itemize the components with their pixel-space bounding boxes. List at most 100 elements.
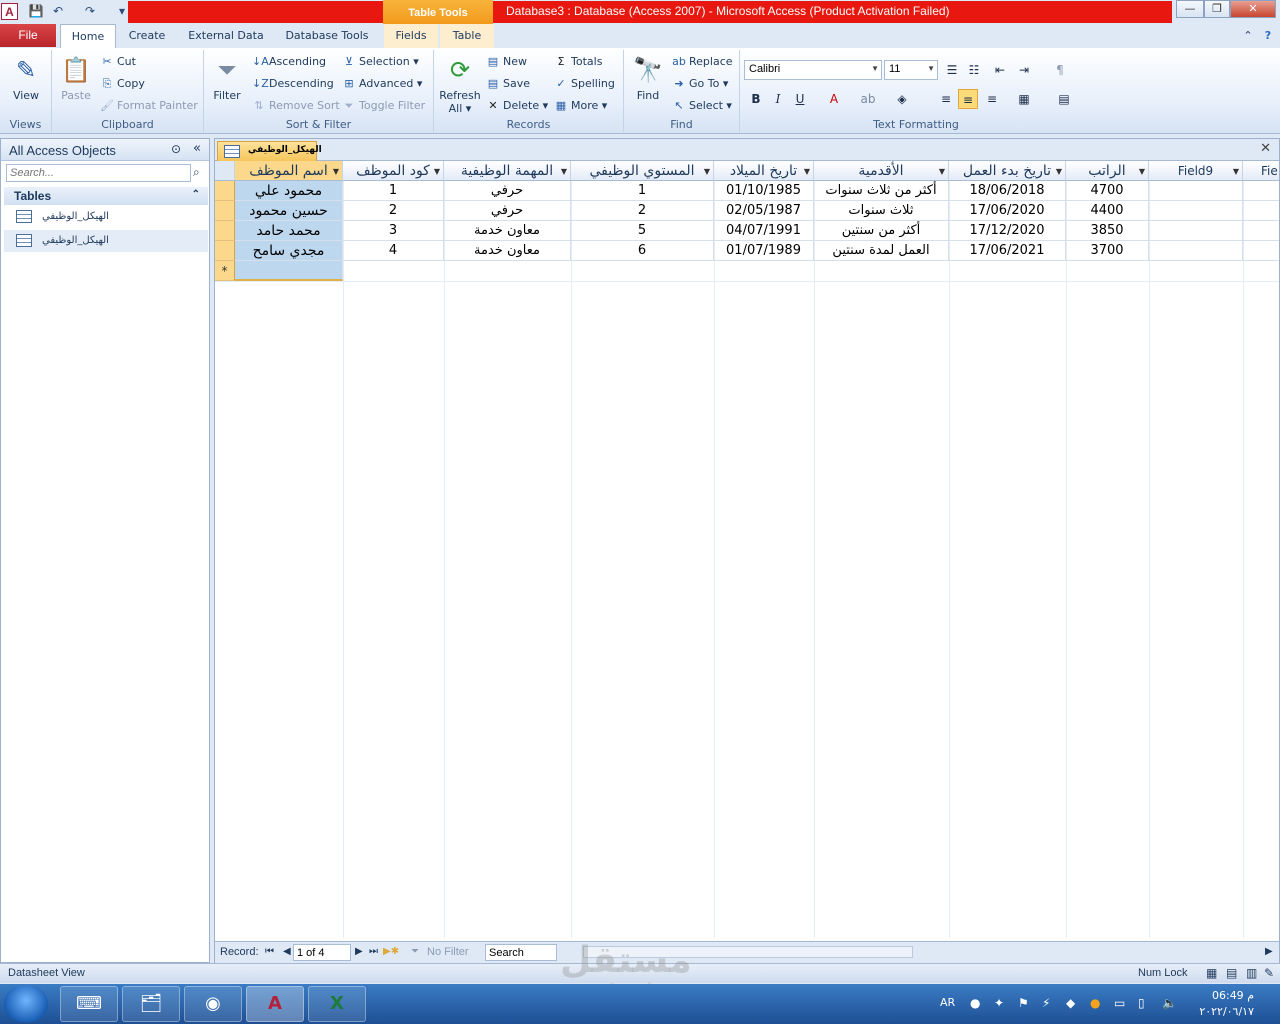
nav-group-tables[interactable]: Tables ⌃ <box>4 187 208 205</box>
table-cell[interactable] <box>1243 221 1279 241</box>
ascending-button[interactable]: ↓AAscending <box>252 55 326 68</box>
table-cell[interactable]: 2 <box>571 201 714 221</box>
filter-status[interactable]: No Filter <box>427 946 469 958</box>
chevron-down-icon[interactable]: ▼ <box>1056 162 1062 182</box>
design-view-icon[interactable]: ✎ <box>1264 966 1274 980</box>
new-record-nav-icon[interactable]: ▶✱ <box>383 946 399 957</box>
redo-icon[interactable]: ↷ <box>82 3 98 19</box>
chevron-down-icon[interactable]: ▼ <box>561 162 567 182</box>
table-cell[interactable]: 02/05/1987 <box>714 201 814 221</box>
column-header[interactable]: الراتب ▼ <box>1066 161 1149 181</box>
new-record-marker[interactable]: * <box>215 261 235 281</box>
underline-button[interactable]: U <box>790 89 810 109</box>
save-record-button[interactable]: ▤ Save <box>486 77 530 90</box>
bold-button[interactable]: B <box>746 89 766 109</box>
table-cell[interactable]: 01/07/1989 <box>714 241 814 261</box>
table-cell[interactable]: مجدي سامح <box>235 241 343 261</box>
record-position-input[interactable]: 1 of 4 <box>293 944 351 961</box>
table-cell[interactable]: 17/12/2020 <box>949 221 1066 241</box>
volume-icon[interactable]: 🔈 <box>1162 996 1177 1010</box>
nav-pane-header[interactable]: All Access Objects ⊙ « <box>1 139 209 161</box>
paragraph-direction-icon[interactable]: ¶ <box>1050 60 1070 80</box>
refresh-all-button[interactable]: ⟳ Refresh All ▾ <box>438 54 482 115</box>
nav-menu-chevron-icon[interactable]: ⊙ <box>171 142 181 156</box>
spelling-button[interactable]: ✓ Spelling <box>554 77 614 90</box>
tab-file[interactable]: File <box>0 24 56 47</box>
goto-button[interactable]: ➜ Go To ▾ <box>672 77 728 90</box>
nav-item-table[interactable]: الهيكل_الوظيفي <box>4 206 208 228</box>
clock[interactable]: 06:49 م ٢٠٢٢/٠٦/١٧ <box>1199 988 1254 1020</box>
font-color-icon[interactable]: A <box>824 89 844 109</box>
replace-button[interactable]: ab Replace <box>672 55 732 68</box>
tray-icon[interactable]: ● <box>970 996 980 1010</box>
numbering-icon[interactable]: ☷ <box>964 60 984 80</box>
language-indicator[interactable]: AR <box>940 996 955 1009</box>
table-cell[interactable] <box>1149 221 1243 241</box>
column-header[interactable]: Field9 ▼ <box>1149 161 1243 181</box>
descending-button[interactable]: ↓ZDescending <box>252 77 334 90</box>
network-icon[interactable]: ▯ <box>1138 996 1145 1010</box>
save-icon[interactable]: 💾 <box>28 3 44 19</box>
table-cell[interactable]: أكثر من ثلاث سنوات <box>814 181 949 201</box>
table-cell[interactable]: 4700 <box>1066 181 1149 201</box>
table-cell[interactable]: 3700 <box>1066 241 1149 261</box>
paste-button[interactable]: 📋 Paste <box>56 54 96 102</box>
toggle-filter-button[interactable]: ⏷ Toggle Filter <box>342 99 426 113</box>
table-cell[interactable]: العمل لمدة سنتين <box>814 241 949 261</box>
chevron-down-icon[interactable]: ▼ <box>333 162 339 182</box>
more-button[interactable]: ▦ More ▾ <box>554 99 608 112</box>
table-cell[interactable]: حرفي <box>444 201 571 221</box>
advanced-button[interactable]: ⊞ Advanced ▾ <box>342 77 422 90</box>
table-cell[interactable] <box>1149 241 1243 261</box>
align-center-icon[interactable]: ≡ <box>958 89 978 109</box>
select-button[interactable]: ↖ Select ▾ <box>672 99 732 112</box>
font-size-combo[interactable]: 11 ▼ <box>884 60 938 80</box>
table-cell[interactable] <box>1149 201 1243 221</box>
row-selector[interactable] <box>215 181 235 201</box>
scroll-right-icon[interactable]: ▶ <box>1265 946 1273 957</box>
table-cell[interactable]: 1 <box>343 181 444 201</box>
align-left-icon[interactable]: ≡ <box>936 89 956 109</box>
chevron-down-icon[interactable]: ▼ <box>1233 162 1239 182</box>
table-cell[interactable]: 4 <box>343 241 444 261</box>
table-cell[interactable]: محمود علي <box>235 181 343 201</box>
table-cell[interactable]: 2 <box>343 201 444 221</box>
alternate-row-color-icon[interactable]: ▤ <box>1054 89 1074 109</box>
taskbar-explorer-icon[interactable]: 🗂 <box>122 986 180 1022</box>
chevron-down-icon[interactable]: ▼ <box>434 162 440 182</box>
table-cell[interactable]: 1 <box>571 181 714 201</box>
pivot-table-view-icon[interactable]: ▤ <box>1226 966 1237 980</box>
undo-icon[interactable]: ↶ <box>50 3 66 19</box>
new-record-button[interactable]: ▤ New <box>486 55 527 68</box>
table-cell[interactable]: 17/06/2021 <box>949 241 1066 261</box>
italic-button[interactable]: I <box>768 89 788 109</box>
font-name-combo[interactable]: Calibri ▼ <box>744 60 882 80</box>
filter-button[interactable]: ⏷ Filter <box>208 54 246 102</box>
tab-home[interactable]: Home <box>60 24 116 48</box>
tray-icon[interactable]: ✦ <box>994 996 1004 1010</box>
tray-icon[interactable]: ⚡ <box>1042 996 1050 1010</box>
table-cell[interactable] <box>1243 181 1279 201</box>
chevron-down-icon[interactable]: ▼ <box>804 162 810 182</box>
remove-sort-button[interactable]: ⇅ Remove Sort <box>252 99 339 112</box>
next-record-icon[interactable]: ▶ <box>355 946 363 957</box>
column-header[interactable]: تاريخ الميلاد ▼ <box>714 161 814 181</box>
tray-icon[interactable]: ◆ <box>1066 996 1075 1010</box>
row-selector[interactable] <box>215 241 235 261</box>
table-cell[interactable]: 5 <box>571 221 714 241</box>
tab-create[interactable]: Create <box>122 24 172 48</box>
column-header[interactable]: المستوي الوظيفي ▼ <box>571 161 714 181</box>
tab-external-data[interactable]: External Data <box>182 24 270 48</box>
restore-button[interactable]: ❐ <box>1204 0 1230 18</box>
collapse-pane-icon[interactable]: « <box>193 141 201 156</box>
table-cell[interactable]: حرفي <box>444 181 571 201</box>
last-record-icon[interactable]: ⏭ <box>369 946 378 957</box>
taskbar-keyboard-icon[interactable]: ⌨ <box>60 986 118 1022</box>
column-header[interactable]: Fie <box>1243 161 1279 181</box>
row-selector[interactable] <box>215 201 235 221</box>
new-row-cell[interactable] <box>235 261 343 281</box>
datasheet-view-icon[interactable]: ▦ <box>1206 966 1217 980</box>
table-cell[interactable]: أكثر من سنتين <box>814 221 949 241</box>
column-header[interactable]: كود الموظف ▼ <box>343 161 444 181</box>
table-cell[interactable] <box>1243 241 1279 261</box>
